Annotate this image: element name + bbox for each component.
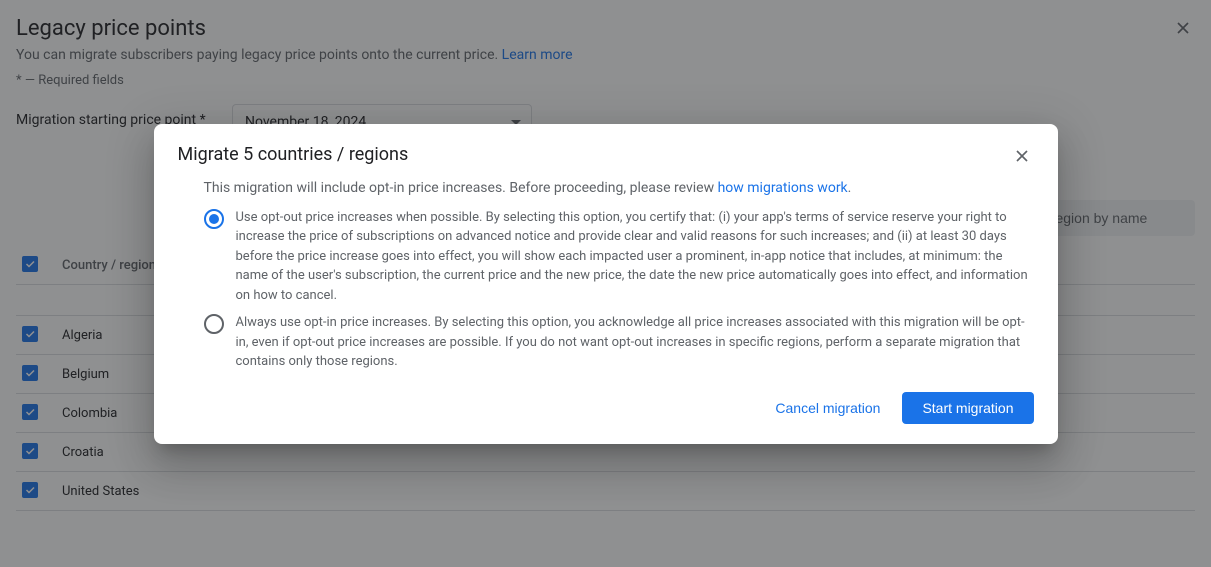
radio-opt-in-label: Always use opt-in price increases. By se…	[236, 313, 1034, 372]
radio-opt-out[interactable]	[204, 209, 224, 229]
intro-pre: This migration will include opt-in price…	[204, 180, 718, 196]
radio-opt-out-label: Use opt-out price increases when possibl…	[236, 208, 1034, 306]
intro-post: .	[848, 180, 852, 196]
dialog-title: Migrate 5 countries / regions	[178, 144, 409, 165]
migrate-dialog: Migrate 5 countries / regions This migra…	[154, 124, 1058, 444]
dialog-close-icon[interactable]	[1010, 144, 1034, 168]
modal-scrim: Migrate 5 countries / regions This migra…	[0, 0, 1211, 567]
dialog-intro: This migration will include opt-in price…	[204, 180, 1034, 196]
start-migration-button[interactable]: Start migration	[902, 392, 1033, 424]
cancel-migration-button[interactable]: Cancel migration	[761, 392, 894, 424]
how-migrations-work-link[interactable]: how migrations work	[718, 180, 848, 196]
radio-opt-in[interactable]	[204, 314, 224, 334]
